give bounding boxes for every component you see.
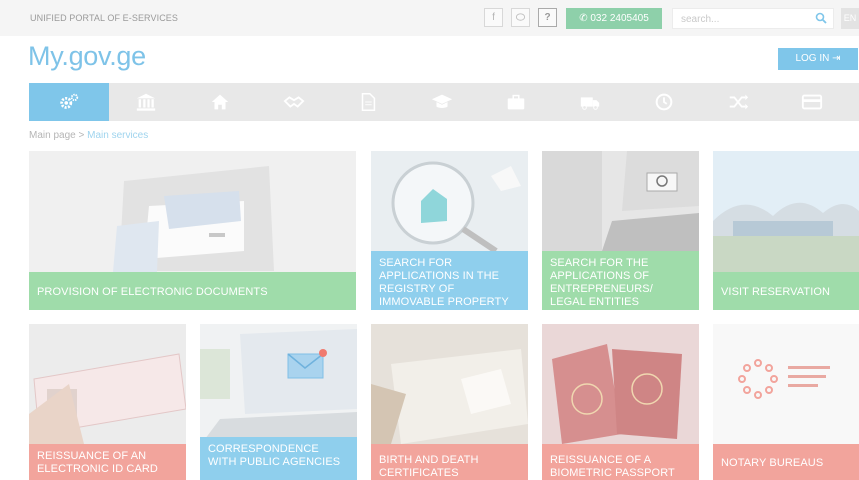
service-tile-birth-death[interactable]: BIRTH AND DEATH CERTIFICATES [371, 324, 528, 480]
certificate-signing-image [371, 324, 528, 444]
shuffle-icon [729, 94, 749, 110]
nav-item-home[interactable] [183, 83, 257, 121]
site-logo[interactable]: My.gov.ge [28, 41, 146, 72]
handshake-icon [283, 96, 305, 108]
nav-item-institutions[interactable] [109, 83, 183, 121]
nav-item-business[interactable] [257, 83, 331, 121]
top-bar: UNIFIED PORTAL OF E-SERVICES f ? ✆ 032 2… [0, 0, 859, 36]
category-nav [29, 83, 859, 121]
tile-caption: BIRTH AND DEATH CERTIFICATES [371, 444, 528, 480]
service-tile-id-card[interactable]: REISSUANCE OF AN ELECTRONIC ID CARD [29, 324, 186, 480]
home-icon [211, 94, 229, 110]
credit-card-icon [801, 94, 823, 110]
tile-caption: PROVISION OF ELECTRONIC DOCUMENTS [29, 272, 356, 310]
service-tile-immovable-property[interactable]: SEARCH FOR APPLICATIONS IN THE REGISTRY … [371, 151, 528, 310]
login-button[interactable]: LOG IN ⇥ [778, 48, 858, 70]
breadcrumb-separator: > [78, 130, 85, 141]
service-tile-entrepreneurs[interactable]: SEARCH FOR THE APPLICATIONS OF ENTREPREN… [542, 151, 699, 310]
laptop-envelope-image [200, 324, 357, 439]
tile-caption: NOTARY BUREAUS [713, 444, 859, 480]
chat-icon[interactable] [511, 8, 530, 27]
laptop-business-search-image [542, 151, 699, 251]
id-card-image [29, 324, 186, 444]
magnifier-house-image [371, 151, 528, 251]
nav-item-transfers[interactable] [701, 83, 775, 121]
clock-icon [655, 93, 673, 111]
language-button[interactable]: EN [841, 8, 859, 29]
help-icon[interactable]: ? [538, 8, 557, 27]
nav-item-education[interactable] [405, 83, 479, 121]
nav-item-payments[interactable] [775, 83, 849, 121]
tile-caption: VISIT RESERVATION [713, 272, 859, 310]
nav-item-employment[interactable] [479, 83, 553, 121]
nav-item-history[interactable] [627, 83, 701, 121]
graduation-cap-icon [431, 94, 453, 108]
truck-icon [580, 97, 600, 110]
service-tile-electronic-documents[interactable]: PROVISION OF ELECTRONIC DOCUMENTS [29, 151, 356, 310]
nav-item-transport[interactable] [553, 83, 627, 121]
search-input[interactable] [673, 10, 803, 29]
briefcase-icon [507, 94, 525, 110]
filing-cabinet-image [29, 151, 356, 272]
breadcrumb-current: Main services [87, 130, 149, 141]
notary-chamber-logo [713, 324, 859, 444]
breadcrumb: Main page > Main services [29, 130, 148, 141]
search-icon[interactable] [815, 12, 827, 24]
nav-item-services[interactable] [29, 83, 109, 121]
gears-icon [60, 93, 79, 109]
nav-item-documents[interactable] [331, 83, 405, 121]
service-tile-biometric-passport[interactable]: REISSUANCE OF A BIOMETRIC PASSPORT [542, 324, 699, 480]
tile-caption: REISSUANCE OF AN ELECTRONIC ID CARD [29, 444, 186, 480]
tile-caption: SEARCH FOR APPLICATIONS IN THE REGISTRY … [371, 251, 528, 310]
tile-caption: CORRESPONDENCE WITH PUBLIC AGENCIES [200, 437, 357, 480]
phone-icon: ✆ [579, 13, 591, 24]
facebook-icon[interactable]: f [484, 8, 503, 27]
public-service-hall-image [713, 151, 859, 272]
service-tile-visit-reservation[interactable]: VISIT RESERVATION [713, 151, 859, 310]
document-icon [361, 93, 376, 111]
login-label: LOG IN [795, 53, 830, 64]
passports-image [542, 324, 699, 444]
service-tile-notary-bureaus[interactable]: NOTARY BUREAUS [713, 324, 859, 480]
service-tile-correspondence[interactable]: CORRESPONDENCE WITH PUBLIC AGENCIES [200, 324, 357, 480]
portal-name: UNIFIED PORTAL OF E-SERVICES [30, 13, 178, 23]
phone-number: 032 2405405 [590, 13, 649, 24]
phone-button[interactable]: ✆ 032 2405405 [566, 8, 662, 29]
institution-icon [136, 93, 156, 111]
login-icon: ⇥ [832, 53, 841, 64]
breadcrumb-home[interactable]: Main page [29, 130, 76, 141]
search-box[interactable] [672, 8, 834, 29]
tile-caption: SEARCH FOR THE APPLICATIONS OF ENTREPREN… [542, 251, 699, 310]
tile-caption: REISSUANCE OF A BIOMETRIC PASSPORT [542, 444, 699, 480]
